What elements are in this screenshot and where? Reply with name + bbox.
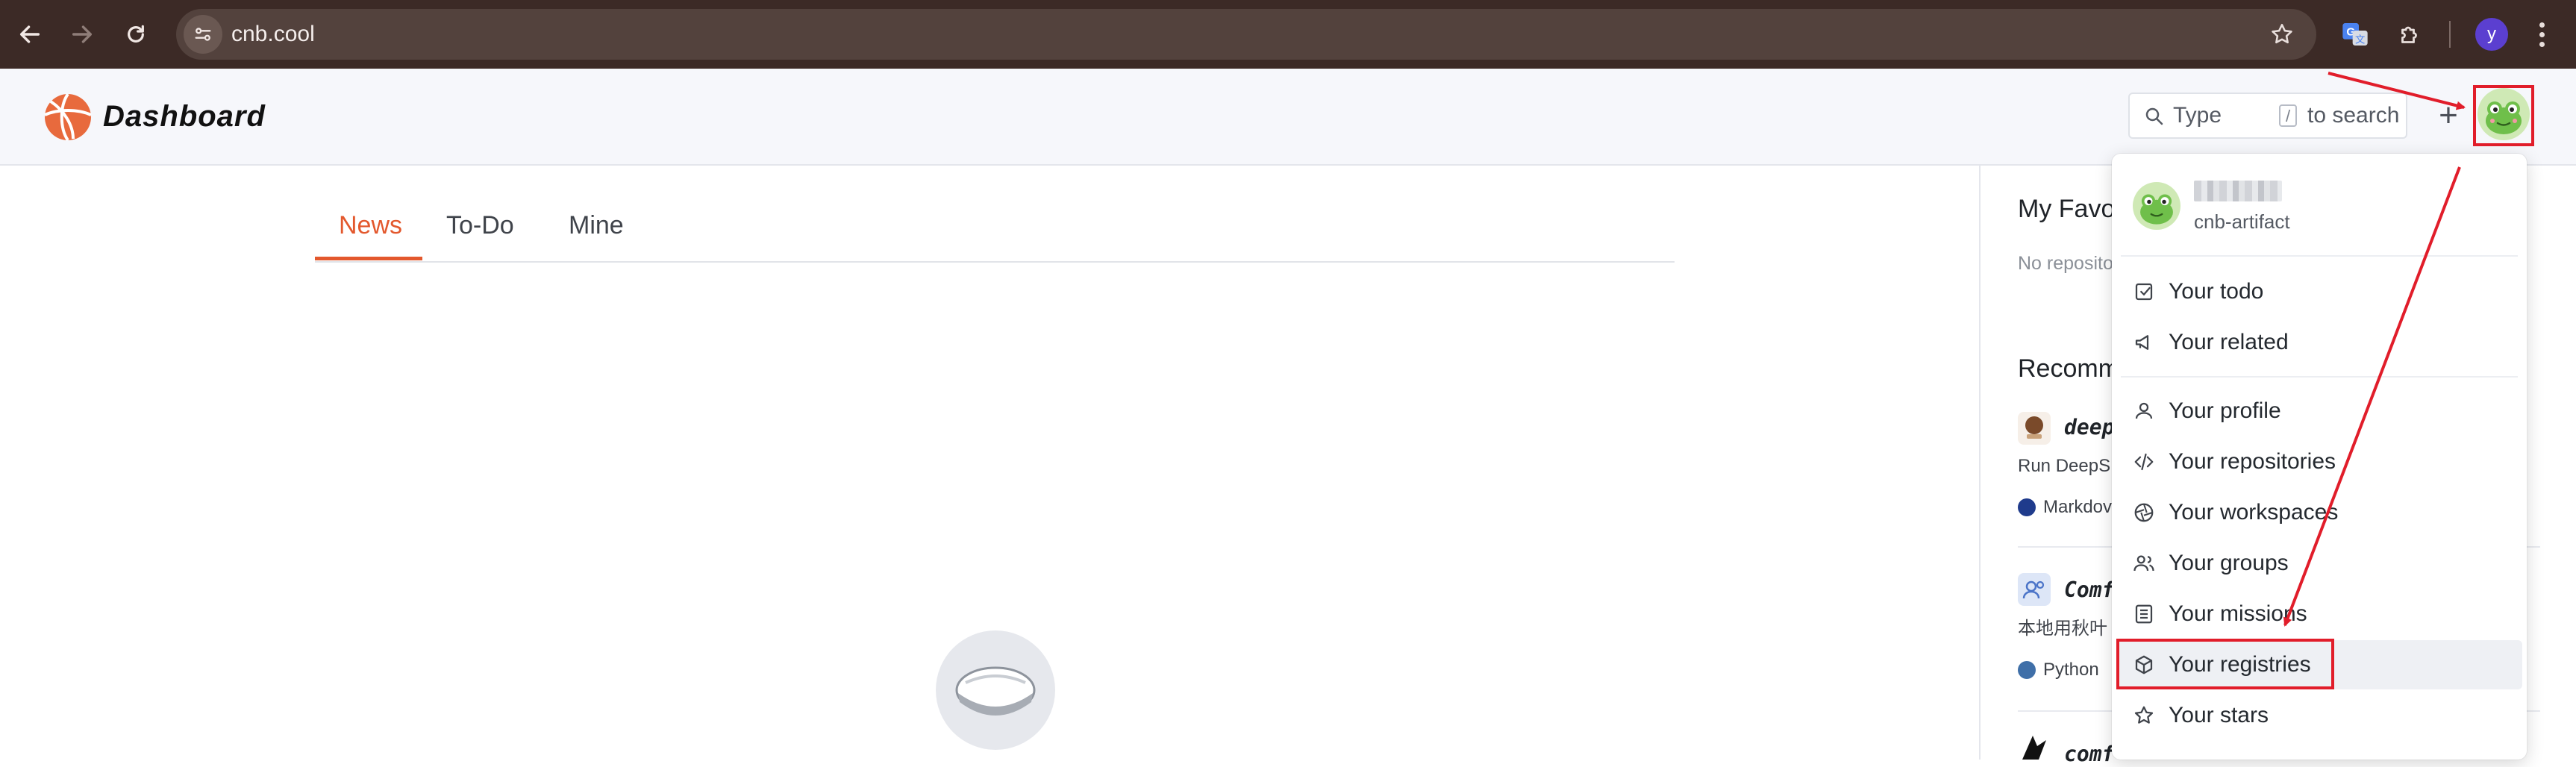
annotation-arrows <box>2283 72 2466 627</box>
